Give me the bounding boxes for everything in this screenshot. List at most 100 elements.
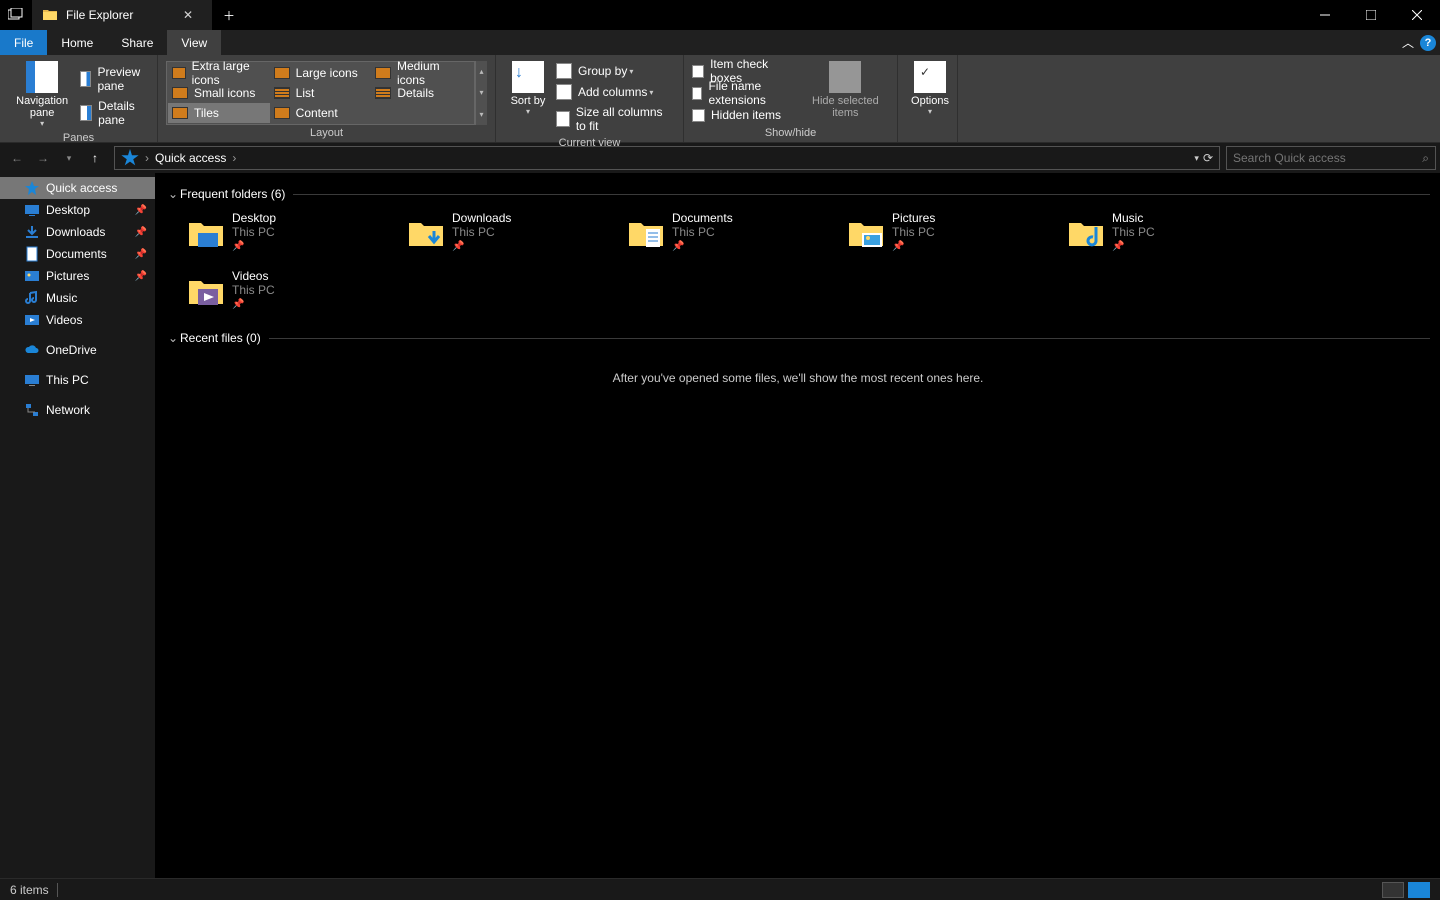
close-tab-icon[interactable]: ✕ — [174, 8, 202, 22]
pin-icon: 📌 — [135, 249, 147, 260]
layout-details[interactable]: Details — [371, 83, 473, 103]
folder-icon — [42, 7, 58, 23]
tree-pictures[interactable]: Pictures📌 — [0, 265, 155, 287]
tree-quick-access[interactable]: Quick access — [0, 177, 155, 199]
videos-icon — [24, 312, 40, 328]
add-columns-button[interactable]: Add columns▾ — [552, 82, 675, 102]
pictures-icon — [24, 268, 40, 284]
chevron-down-icon: ⌄ — [166, 187, 180, 201]
pc-icon — [24, 372, 40, 388]
tab-view[interactable]: View — [167, 30, 221, 55]
collapse-ribbon-icon[interactable]: ︿ — [1402, 34, 1414, 51]
details-view-button[interactable] — [1382, 882, 1404, 898]
hide-selected-label: Hide selected items — [808, 95, 883, 119]
folder-name: Downloads — [452, 211, 511, 225]
minimize-button[interactable] — [1302, 0, 1348, 30]
back-button[interactable]: ← — [4, 145, 30, 171]
tree-downloads[interactable]: Downloads📌 — [0, 221, 155, 243]
group-by-button[interactable]: Group by▾ — [552, 61, 675, 81]
close-window-button[interactable] — [1394, 0, 1440, 30]
tree-network[interactable]: Network — [0, 399, 155, 421]
tree-desktop[interactable]: Desktop📌 — [0, 199, 155, 221]
size-columns-button[interactable]: Size all columns to fit — [552, 103, 675, 135]
tiles-view-button[interactable] — [1408, 882, 1430, 898]
folder-icon — [406, 213, 446, 253]
help-icon[interactable]: ? — [1420, 35, 1436, 51]
search-icon[interactable]: ⌕ — [1422, 151, 1429, 166]
folder-desktop[interactable]: DesktopThis PC📌 — [166, 209, 386, 267]
folder-name: Music — [1112, 211, 1155, 225]
folder-location: This PC — [1112, 225, 1155, 239]
options-button[interactable]: ✓ Options▾ — [906, 59, 954, 118]
address-dropdown-icon[interactable]: ▾ — [1194, 153, 1199, 164]
search-input[interactable] — [1233, 151, 1422, 165]
music-icon — [24, 290, 40, 306]
multitask-icon[interactable] — [0, 0, 32, 30]
search-box[interactable]: ⌕ — [1226, 146, 1436, 170]
folder-icon — [846, 213, 886, 253]
group-layout-label: Layout — [166, 125, 487, 142]
pin-icon: 📌 — [452, 241, 511, 252]
layout-content[interactable]: Content — [270, 103, 372, 123]
layout-small[interactable]: Small icons — [168, 83, 270, 103]
address-bar[interactable]: › Quick access › ▾ ⟳ — [114, 146, 1220, 170]
window-tab[interactable]: File Explorer ✕ — [32, 0, 212, 30]
tab-share[interactable]: Share — [107, 30, 167, 55]
pin-icon: 📌 — [135, 271, 147, 282]
hide-selected-button[interactable]: Hide selected items — [802, 59, 889, 121]
refresh-icon[interactable]: ⟳ — [1203, 151, 1213, 165]
tab-title: File Explorer — [66, 8, 133, 22]
folder-location: This PC — [232, 283, 275, 297]
breadcrumb-sep[interactable]: › — [230, 151, 238, 165]
sort-by-button[interactable]: ↓ Sort by▾ — [504, 59, 552, 118]
new-tab-button[interactable]: ＋ — [212, 0, 246, 30]
folder-documents[interactable]: DocumentsThis PC📌 — [606, 209, 826, 267]
tree-documents[interactable]: Documents📌 — [0, 243, 155, 265]
layout-list[interactable]: List — [270, 83, 372, 103]
options-label: Options — [911, 95, 949, 107]
forward-button[interactable]: → — [30, 145, 56, 171]
layout-extra-large[interactable]: Extra large icons — [168, 63, 270, 83]
folder-downloads[interactable]: DownloadsThis PC 📌 — [386, 209, 606, 267]
navigation-bar: ← → ▾ ↑ › Quick access › ▾ ⟳ ⌕ — [0, 143, 1440, 173]
downloads-icon — [24, 224, 40, 240]
tab-file[interactable]: File — [0, 30, 47, 55]
navigation-pane-button[interactable]: Navigation pane ▾ — [8, 59, 76, 130]
item-checkboxes-toggle[interactable]: Item check boxes — [692, 61, 796, 81]
chevron-down-icon: ⌄ — [166, 331, 180, 345]
recent-files-header[interactable]: ⌄ Recent files (0) — [166, 331, 1430, 345]
layout-medium[interactable]: Medium icons — [371, 63, 473, 83]
maximize-button[interactable] — [1348, 0, 1394, 30]
folder-pictures[interactable]: PicturesThis PC📌 — [826, 209, 1046, 267]
details-pane-label: Details pane — [98, 99, 145, 127]
status-item-count: 6 items — [10, 883, 49, 897]
tree-music[interactable]: Music — [0, 287, 155, 309]
pin-icon: 📌 — [672, 241, 733, 252]
folder-location: This PC — [672, 225, 733, 239]
ribbon: Navigation pane ▾ Preview pane Details p… — [0, 55, 1440, 143]
recent-locations-button[interactable]: ▾ — [56, 145, 82, 171]
folder-location: This PC — [892, 225, 935, 239]
preview-pane-button[interactable]: Preview pane — [76, 63, 149, 95]
folder-music[interactable]: MusicThis PC📌 — [1046, 209, 1266, 267]
tree-this-pc[interactable]: This PC — [0, 369, 155, 391]
folder-location: This PC — [232, 225, 276, 239]
pin-icon: 📌 — [135, 227, 147, 238]
file-extensions-toggle[interactable]: File name extensions — [692, 83, 796, 103]
tab-home[interactable]: Home — [47, 30, 107, 55]
group-showhide-label: Show/hide — [692, 125, 889, 142]
pin-icon: 📌 — [892, 241, 935, 252]
tree-onedrive[interactable]: OneDrive — [0, 339, 155, 361]
quick-access-star-icon — [121, 149, 139, 167]
hidden-items-toggle[interactable]: Hidden items — [692, 105, 796, 125]
tree-videos[interactable]: Videos — [0, 309, 155, 331]
layout-large[interactable]: Large icons — [270, 63, 372, 83]
layout-scroll[interactable]: ▴▾▾ — [475, 61, 487, 125]
breadcrumb-location[interactable]: Quick access — [151, 151, 230, 165]
details-pane-button[interactable]: Details pane — [76, 97, 149, 129]
frequent-folders-header[interactable]: ⌄ Frequent folders (6) — [166, 187, 1430, 201]
folder-videos[interactable]: VideosThis PC📌 — [166, 267, 386, 325]
up-button[interactable]: ↑ — [82, 145, 108, 171]
layout-tiles[interactable]: Tiles — [168, 103, 270, 123]
folder-location: This PC — [452, 225, 511, 239]
